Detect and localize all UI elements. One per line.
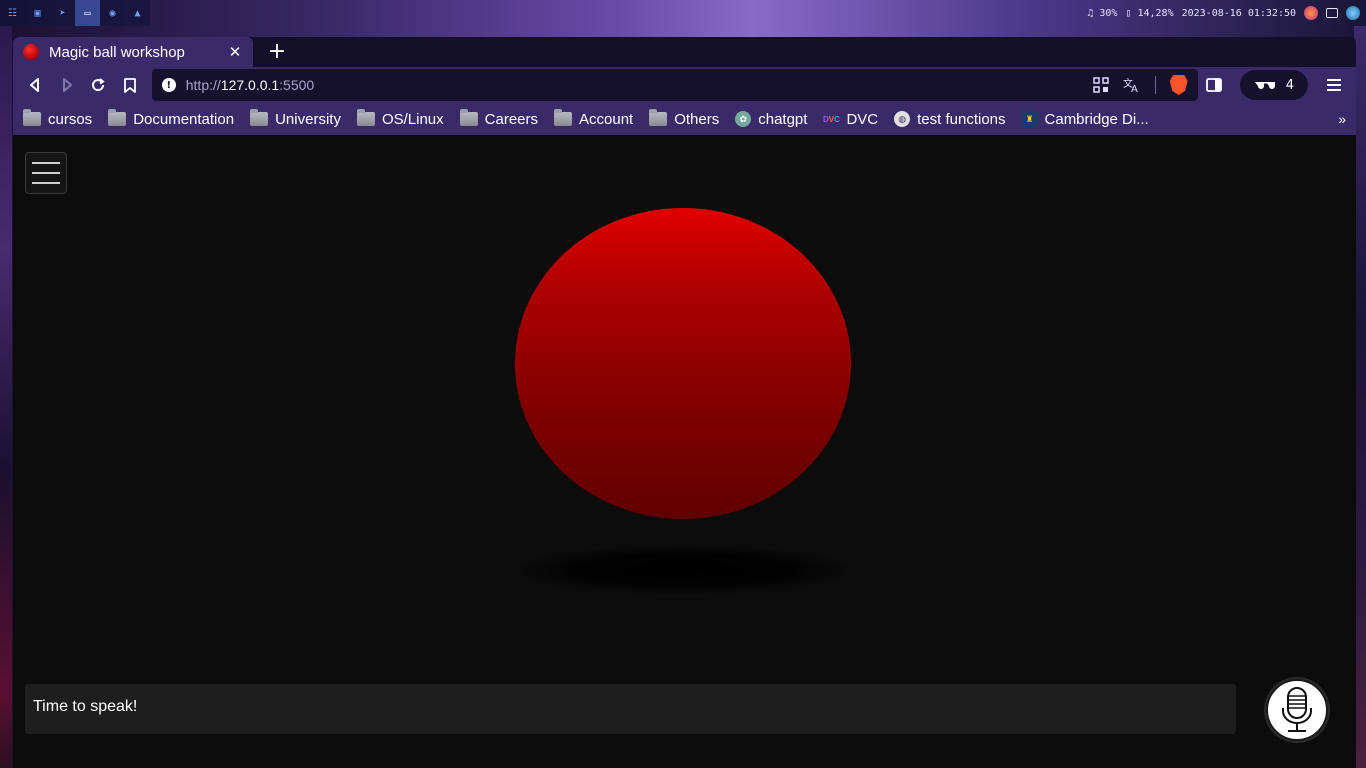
sidebar-toggle-button[interactable]: [1198, 69, 1230, 101]
magic-ball[interactable]: [515, 208, 851, 519]
menu-line: [32, 182, 60, 184]
bookmark-folder-documentation[interactable]: Documentation: [108, 109, 234, 128]
folder-icon: [554, 109, 573, 126]
sidebar-icon: [1205, 78, 1222, 92]
workspace-3[interactable]: ➤: [50, 0, 75, 26]
tab-strip: Magic ball workshop ✕ +: [13, 37, 1356, 67]
reload-button[interactable]: [82, 69, 114, 101]
system-tray: ♫ 30% ▯ 14,28% 2023-08-16 01:32:50: [1087, 6, 1366, 20]
bookmarks-bar: cursos Documentation University OS/Linux…: [13, 103, 1356, 135]
browser-window: Magic ball workshop ✕ + ! http://127.0.0…: [13, 37, 1356, 768]
folder-icon: [459, 109, 478, 126]
qr-code-icon[interactable]: [1092, 77, 1109, 93]
forward-arrow-icon: [62, 78, 72, 92]
tab-magic-ball-workshop[interactable]: Magic ball workshop ✕: [13, 37, 253, 67]
site-info-icon[interactable]: !: [161, 78, 176, 92]
brave-shields-icon[interactable]: [1169, 75, 1188, 95]
back-arrow-icon: [29, 78, 39, 92]
folder-icon: [250, 109, 269, 126]
microphone-button[interactable]: [1266, 679, 1328, 741]
menu-icon: [1327, 79, 1341, 91]
menu-line: [32, 172, 60, 174]
url-text[interactable]: http://127.0.0.1:5500: [186, 77, 1093, 93]
page-content: Time to speak!: [13, 135, 1356, 768]
svg-text:A: A: [1131, 84, 1138, 93]
back-button[interactable]: [19, 69, 51, 101]
bookmark-folder-others[interactable]: Others: [649, 109, 719, 128]
microphone-icon: [1282, 687, 1312, 732]
reload-icon: [92, 78, 105, 92]
desktop-wallpaper-left: [0, 26, 12, 768]
chatgpt-icon: ✿: [735, 111, 752, 127]
bookmark-folder-university[interactable]: University: [250, 109, 341, 128]
cambridge-icon: ♜: [1021, 111, 1038, 127]
workspace-2[interactable]: ▣: [25, 0, 50, 26]
folder-icon: [23, 109, 41, 126]
hamburger-menu-button[interactable]: [25, 152, 67, 194]
volume-indicator[interactable]: ♫ 30%: [1087, 8, 1117, 19]
window-tray-icon[interactable]: [1326, 8, 1338, 18]
workspace-4[interactable]: ▭: [75, 0, 100, 26]
folder-icon: [108, 109, 127, 126]
bookmark-folder-cursos[interactable]: cursos: [23, 109, 92, 128]
desktop-top-bar: ☷ ▣ ➤ ▭ ◉ ▲ ♫ 30% ▯ 14,28% 2023-08-16 01…: [0, 0, 1366, 26]
bookmark-test-functions[interactable]: ◍ test functions: [894, 111, 1006, 128]
browser-toolbar: ! http://127.0.0.1:5500 文A 4: [13, 67, 1356, 103]
close-tab-icon[interactable]: ✕: [227, 43, 243, 61]
folder-icon: [356, 109, 375, 126]
workspace-1[interactable]: ☷: [0, 0, 25, 26]
ball-shadow: [515, 545, 851, 595]
tab-title: Magic ball workshop: [49, 43, 185, 61]
address-bar-separator: [1154, 76, 1156, 94]
privacy-extension-button[interactable]: 4: [1239, 70, 1308, 100]
bookmark-chatgpt[interactable]: ✿ chatgpt: [735, 111, 807, 128]
main-menu-button[interactable]: [1318, 69, 1350, 101]
dvc-icon: DVC: [823, 114, 840, 124]
translate-icon[interactable]: 文A: [1123, 77, 1141, 93]
bookmarks-overflow-button[interactable]: »: [1338, 111, 1346, 127]
battery-indicator[interactable]: ▯ 14,28%: [1125, 8, 1173, 19]
speech-output-box: Time to speak!: [25, 684, 1236, 734]
globe-icon: ◍: [894, 111, 911, 127]
toolbar-right: 4: [1198, 69, 1350, 101]
bookmark-folder-account[interactable]: Account: [554, 109, 633, 128]
firefox-tray-icon[interactable]: [1304, 6, 1318, 20]
new-tab-button[interactable]: +: [265, 40, 289, 64]
bookmark-page-button[interactable]: [114, 69, 146, 101]
menu-line: [32, 162, 60, 164]
folder-icon: [649, 109, 668, 126]
address-bar-actions: 文A: [1092, 75, 1188, 95]
bookmark-folder-os-linux[interactable]: OS/Linux: [356, 109, 444, 128]
bookmark-icon: [124, 77, 136, 93]
network-tray-icon[interactable]: [1346, 6, 1360, 20]
clock[interactable]: 2023-08-16 01:32:50: [1182, 8, 1296, 19]
workspace-switcher: ☷ ▣ ➤ ▭ ◉ ▲: [0, 0, 150, 26]
bookmark-dvc[interactable]: D V C DVC: [823, 111, 878, 128]
workspace-6[interactable]: ▲: [125, 0, 150, 26]
address-bar[interactable]: ! http://127.0.0.1:5500 文A: [151, 69, 1198, 101]
red-ball-favicon-icon: [23, 44, 39, 60]
bookmark-cambridge[interactable]: ♜ Cambridge Di...: [1021, 111, 1149, 128]
extension-count: 4: [1285, 77, 1294, 93]
glasses-icon: [1254, 82, 1275, 89]
forward-button[interactable]: [51, 69, 83, 101]
workspace-5[interactable]: ◉: [100, 0, 125, 26]
bookmark-folder-careers[interactable]: Careers: [459, 109, 538, 128]
